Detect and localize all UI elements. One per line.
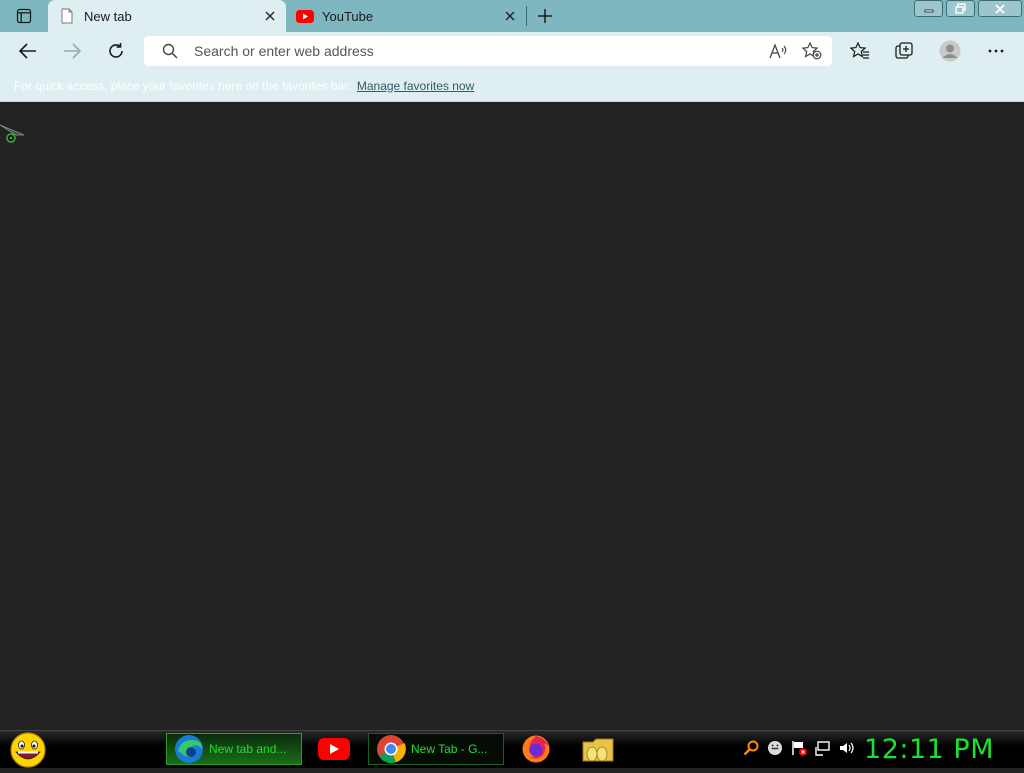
refresh-icon <box>109 43 123 58</box>
restore-icon <box>955 3 966 14</box>
taskbar-item-folder[interactable] <box>576 733 622 765</box>
start-button[interactable] <box>8 732 48 768</box>
close-tab-button[interactable] <box>498 4 522 28</box>
smiley-tray-icon[interactable] <box>766 739 784 757</box>
tab-youtube[interactable]: YouTube <box>288 0 526 32</box>
title-bar: New tab YouTube <box>0 0 1024 32</box>
edge-icon <box>173 733 205 765</box>
window-controls <box>914 0 1022 17</box>
tab-actions-button[interactable] <box>8 4 40 28</box>
avatar <box>939 40 961 62</box>
favorites-bar-message: For quick access, place your favorites h… <box>14 78 351 93</box>
close-icon <box>995 3 1005 14</box>
search-icon[interactable] <box>742 739 760 757</box>
cursor-icon <box>0 124 25 143</box>
refresh-button[interactable] <box>100 35 132 67</box>
folder-icon <box>582 733 614 765</box>
collections-button[interactable] <box>888 35 920 67</box>
youtube-icon <box>296 7 314 25</box>
tab-actions-icon <box>16 8 32 24</box>
arrow-right-icon <box>64 43 81 59</box>
taskbar-item-edge[interactable]: New tab and... <box>166 733 302 765</box>
navigation-toolbar <box>0 32 1024 70</box>
taskbar-item-label: New Tab - G... <box>411 742 488 756</box>
taskbar-item-youtube[interactable] <box>312 733 358 765</box>
favorites-button[interactable] <box>844 35 876 67</box>
close-icon <box>265 11 275 21</box>
taskbar-item-label: New tab and... <box>209 742 287 756</box>
page-content <box>0 102 1024 730</box>
tab-separator <box>526 6 527 26</box>
address-input[interactable] <box>192 42 764 60</box>
tab-title: YouTube <box>322 8 374 24</box>
smiley-start-icon <box>10 732 46 768</box>
firefox-icon <box>520 733 552 765</box>
manage-favorites-link[interactable]: Manage favorites now <box>357 79 474 93</box>
action-center-flag-icon[interactable] <box>790 739 808 757</box>
taskbar: New tab and... New Tab - G... 12:11 PM <box>0 730 1024 768</box>
settings-more-button[interactable] <box>980 35 1012 67</box>
tab-new-tab[interactable]: New tab <box>48 0 286 32</box>
chrome-icon <box>375 733 407 765</box>
restore-button[interactable] <box>946 0 975 17</box>
close-window-button[interactable] <box>978 0 1022 17</box>
read-aloud-icon <box>769 43 787 59</box>
arrow-left-icon <box>19 43 36 59</box>
minimize-button[interactable] <box>914 0 943 17</box>
close-tab-button[interactable] <box>258 4 282 28</box>
add-favorite-button[interactable] <box>798 37 826 65</box>
taskbar-item-firefox[interactable] <box>514 733 560 765</box>
more-dots-icon <box>988 49 1004 53</box>
profile-button[interactable] <box>934 35 966 67</box>
taskbar-item-chrome[interactable]: New Tab - G... <box>368 733 504 765</box>
tab-title: New tab <box>84 8 132 24</box>
plus-icon <box>538 9 552 23</box>
close-icon <box>505 11 515 21</box>
minimize-icon <box>924 9 933 12</box>
address-bar[interactable] <box>144 36 832 66</box>
youtube-icon <box>318 733 350 765</box>
favorites-bar: For quick access, place your favorites h… <box>0 70 1024 102</box>
collections-icon <box>895 42 913 59</box>
search-icon <box>162 43 180 59</box>
system-tray <box>742 739 856 757</box>
taskbar-clock[interactable]: 12:11 PM <box>864 734 994 765</box>
star-add-icon <box>802 42 822 60</box>
read-aloud-button[interactable] <box>764 37 792 65</box>
favorites-icon <box>850 42 869 59</box>
page-icon <box>58 7 76 25</box>
volume-icon[interactable] <box>838 739 856 757</box>
forward-button[interactable] <box>56 35 88 67</box>
new-tab-button[interactable] <box>532 3 558 29</box>
back-button[interactable] <box>12 35 44 67</box>
network-icon[interactable] <box>814 739 832 757</box>
